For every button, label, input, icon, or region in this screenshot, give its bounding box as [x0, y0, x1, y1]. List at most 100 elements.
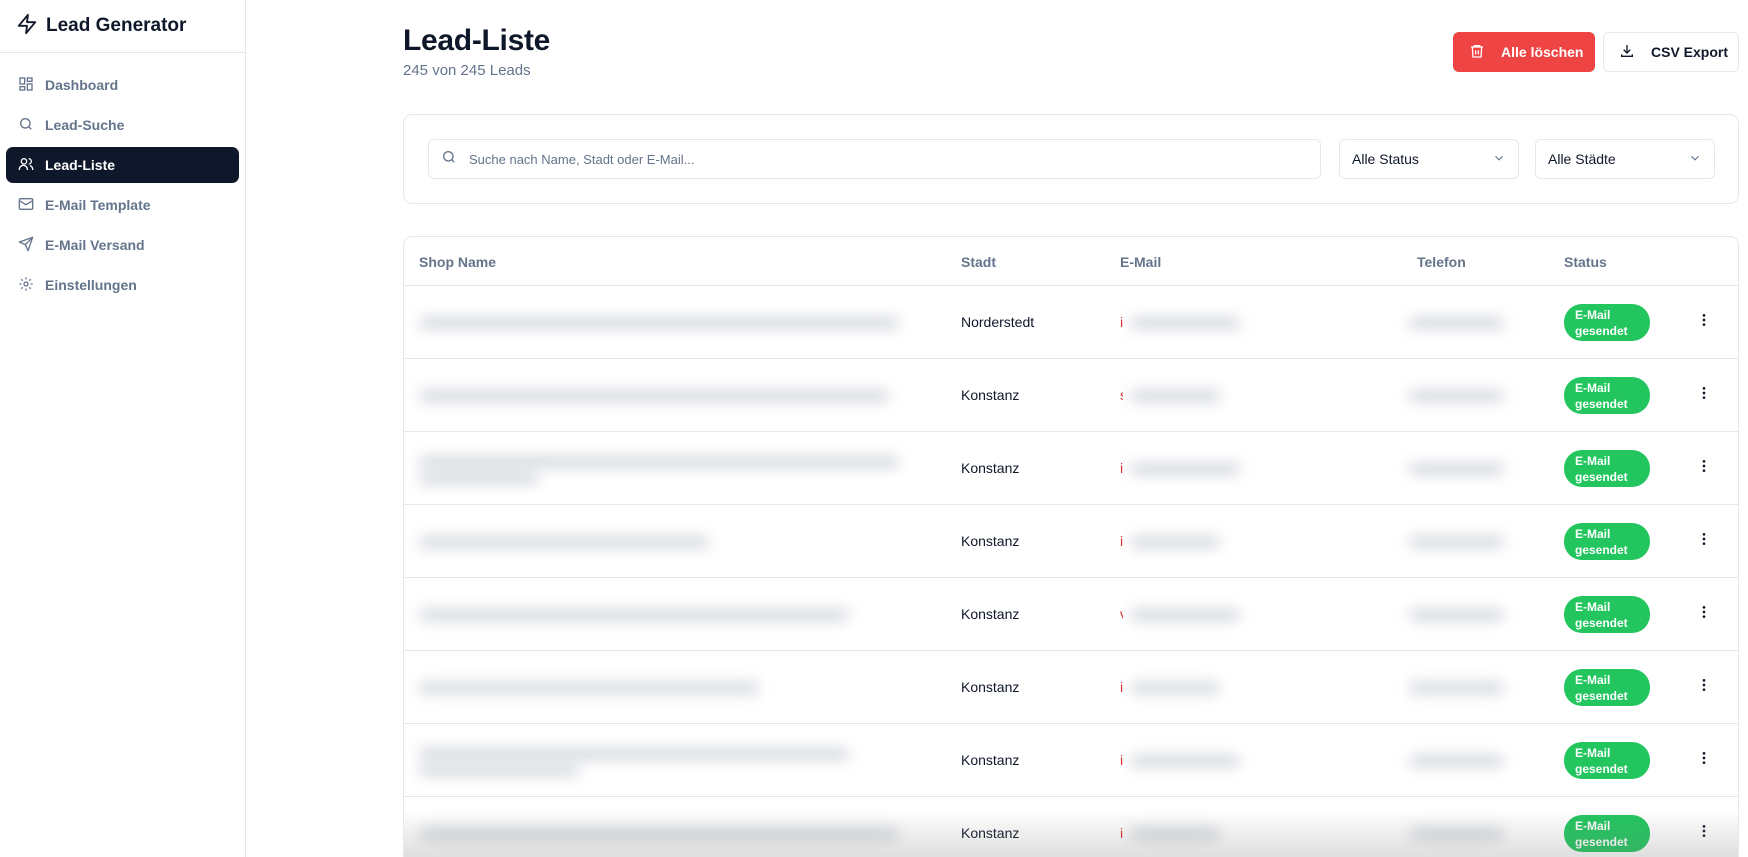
column-header-city[interactable]: Stadt: [961, 254, 996, 270]
shop-name-redacted: [419, 359, 891, 432]
sidebar-nav: Dashboard Lead-Suche Lead-Liste E-Mail T…: [0, 53, 245, 303]
row-actions-button[interactable]: [1694, 531, 1714, 551]
table-row[interactable]: Konstanz s E-Mail gesendet: [404, 359, 1738, 432]
status-badge-text: gesendet: [1575, 543, 1628, 557]
email-visible-fragment: i: [1120, 752, 1123, 768]
redaction-bar: [1130, 317, 1240, 329]
redaction-bar: [419, 456, 899, 468]
row-actions-button[interactable]: [1694, 312, 1714, 332]
city-filter-select[interactable]: Alle Städte: [1535, 139, 1715, 179]
redaction-bar: [419, 682, 759, 694]
redaction-bar: [1409, 755, 1504, 767]
chevron-down-icon: [1688, 151, 1702, 168]
email-visible-fragment: s: [1120, 387, 1123, 403]
redaction-bar: [1409, 390, 1504, 402]
sidebar: Lead Generator Dashboard Lead-Suche Lead…: [0, 0, 246, 857]
city-filter-value: Alle Städte: [1548, 151, 1616, 167]
column-header-shop-name[interactable]: Shop Name: [419, 254, 496, 270]
grid-icon: [18, 76, 34, 95]
status-badge-text: gesendet: [1575, 616, 1628, 630]
redaction-bar: [1409, 317, 1504, 329]
city-cell: Konstanz: [961, 533, 1020, 549]
city-cell: Konstanz: [961, 387, 1020, 403]
redaction-bar: [419, 609, 849, 621]
email-cell: v: [1120, 578, 1360, 651]
email-cell: i: [1120, 432, 1360, 505]
email-visible-fragment: i: [1120, 825, 1123, 841]
table-row[interactable]: Konstanz i E-Mail gesendet: [404, 505, 1738, 578]
table-row[interactable]: Norderstedt i E-Mail gesendet: [404, 286, 1738, 359]
shop-name-redacted: [419, 578, 891, 651]
more-vertical-icon: [1696, 823, 1712, 844]
redaction-bar: [1130, 755, 1240, 767]
sidebar-item-dashboard[interactable]: Dashboard: [6, 67, 239, 103]
city-cell: Konstanz: [961, 606, 1020, 622]
lead-count: 245 von 245 Leads: [403, 62, 531, 79]
sidebar-item-einstellungen[interactable]: Einstellungen: [6, 267, 239, 303]
email-cell: i: [1120, 286, 1360, 359]
email-visible-fragment: i: [1120, 460, 1123, 476]
status-badge-text: gesendet: [1575, 762, 1628, 776]
sidebar-item-email-versand[interactable]: E-Mail Versand: [6, 227, 239, 263]
page-title: Lead-Liste: [403, 24, 551, 57]
table-row[interactable]: Konstanz i E-Mail gesendet: [404, 651, 1738, 724]
status-badge-text: E-Mail: [1575, 381, 1611, 395]
sidebar-item-lead-liste[interactable]: Lead-Liste: [6, 147, 239, 183]
sidebar-item-label: Lead-Suche: [45, 117, 125, 133]
redaction-bar: [1130, 536, 1220, 548]
send-icon: [18, 236, 34, 255]
row-actions-button[interactable]: [1694, 385, 1714, 405]
status-badge: E-Mail gesendet: [1564, 377, 1650, 414]
column-header-phone[interactable]: Telefon: [1417, 254, 1466, 270]
table-header: Shop Name Stadt E-Mail Telefon Status: [404, 237, 1738, 286]
sidebar-item-label: E-Mail Versand: [45, 237, 145, 253]
shop-name-redacted: [419, 651, 891, 724]
row-actions-button[interactable]: [1694, 604, 1714, 624]
status-badge: E-Mail gesendet: [1564, 596, 1650, 633]
more-vertical-icon: [1696, 312, 1712, 333]
sidebar-item-label: Dashboard: [45, 77, 119, 93]
row-actions-button[interactable]: [1694, 823, 1714, 843]
city-cell: Norderstedt: [961, 314, 1035, 330]
email-cell: i: [1120, 505, 1360, 578]
sidebar-item-lead-suche[interactable]: Lead-Suche: [6, 107, 239, 143]
search-field[interactable]: [428, 139, 1321, 179]
filter-card: Alle Status Alle Städte: [403, 114, 1739, 204]
status-badge-text: gesendet: [1575, 689, 1628, 703]
column-header-email[interactable]: E-Mail: [1120, 254, 1161, 270]
delete-all-button[interactable]: Alle löschen: [1453, 32, 1595, 72]
email-cell: i: [1120, 724, 1360, 797]
status-filter-select[interactable]: Alle Status: [1339, 139, 1519, 179]
shop-name-redacted: [419, 797, 899, 857]
table-row[interactable]: Konstanz i E-Mail gesendet: [404, 432, 1738, 505]
email-visible-fragment: v: [1120, 606, 1123, 622]
table-row[interactable]: Konstanz i E-Mail gesendet: [404, 724, 1738, 797]
redaction-bar: [1130, 609, 1240, 621]
row-actions-button[interactable]: [1694, 750, 1714, 770]
status-badge: E-Mail gesendet: [1564, 450, 1650, 487]
redaction-bar: [1409, 609, 1504, 621]
phone-cell-redacted: [1409, 651, 1519, 724]
row-actions-button[interactable]: [1694, 458, 1714, 478]
phone-cell-redacted: [1409, 359, 1519, 432]
redaction-bar: [1409, 828, 1504, 840]
table-row[interactable]: Konstanz v E-Mail gesendet: [404, 578, 1738, 651]
status-badge-text: E-Mail: [1575, 600, 1611, 614]
email-visible-fragment: i: [1120, 679, 1123, 695]
column-header-status[interactable]: Status: [1564, 254, 1607, 270]
status-badge: E-Mail gesendet: [1564, 815, 1650, 852]
redaction-bar: [1409, 682, 1504, 694]
csv-export-button[interactable]: CSV Export: [1603, 32, 1739, 72]
phone-cell-redacted: [1409, 797, 1519, 857]
row-actions-button[interactable]: [1694, 677, 1714, 697]
sidebar-item-label: Lead-Liste: [45, 157, 116, 173]
search-input[interactable]: [469, 151, 1309, 167]
status-badge-text: E-Mail: [1575, 454, 1611, 468]
brand[interactable]: Lead Generator: [0, 0, 245, 53]
table-row[interactable]: Konstanz i E-Mail gesendet: [404, 797, 1738, 857]
sidebar-item-email-template[interactable]: E-Mail Template: [6, 187, 239, 223]
email-cell: s: [1120, 359, 1360, 432]
sidebar-item-label: E-Mail Template: [45, 197, 151, 213]
more-vertical-icon: [1696, 531, 1712, 552]
zap-icon: [16, 13, 38, 40]
